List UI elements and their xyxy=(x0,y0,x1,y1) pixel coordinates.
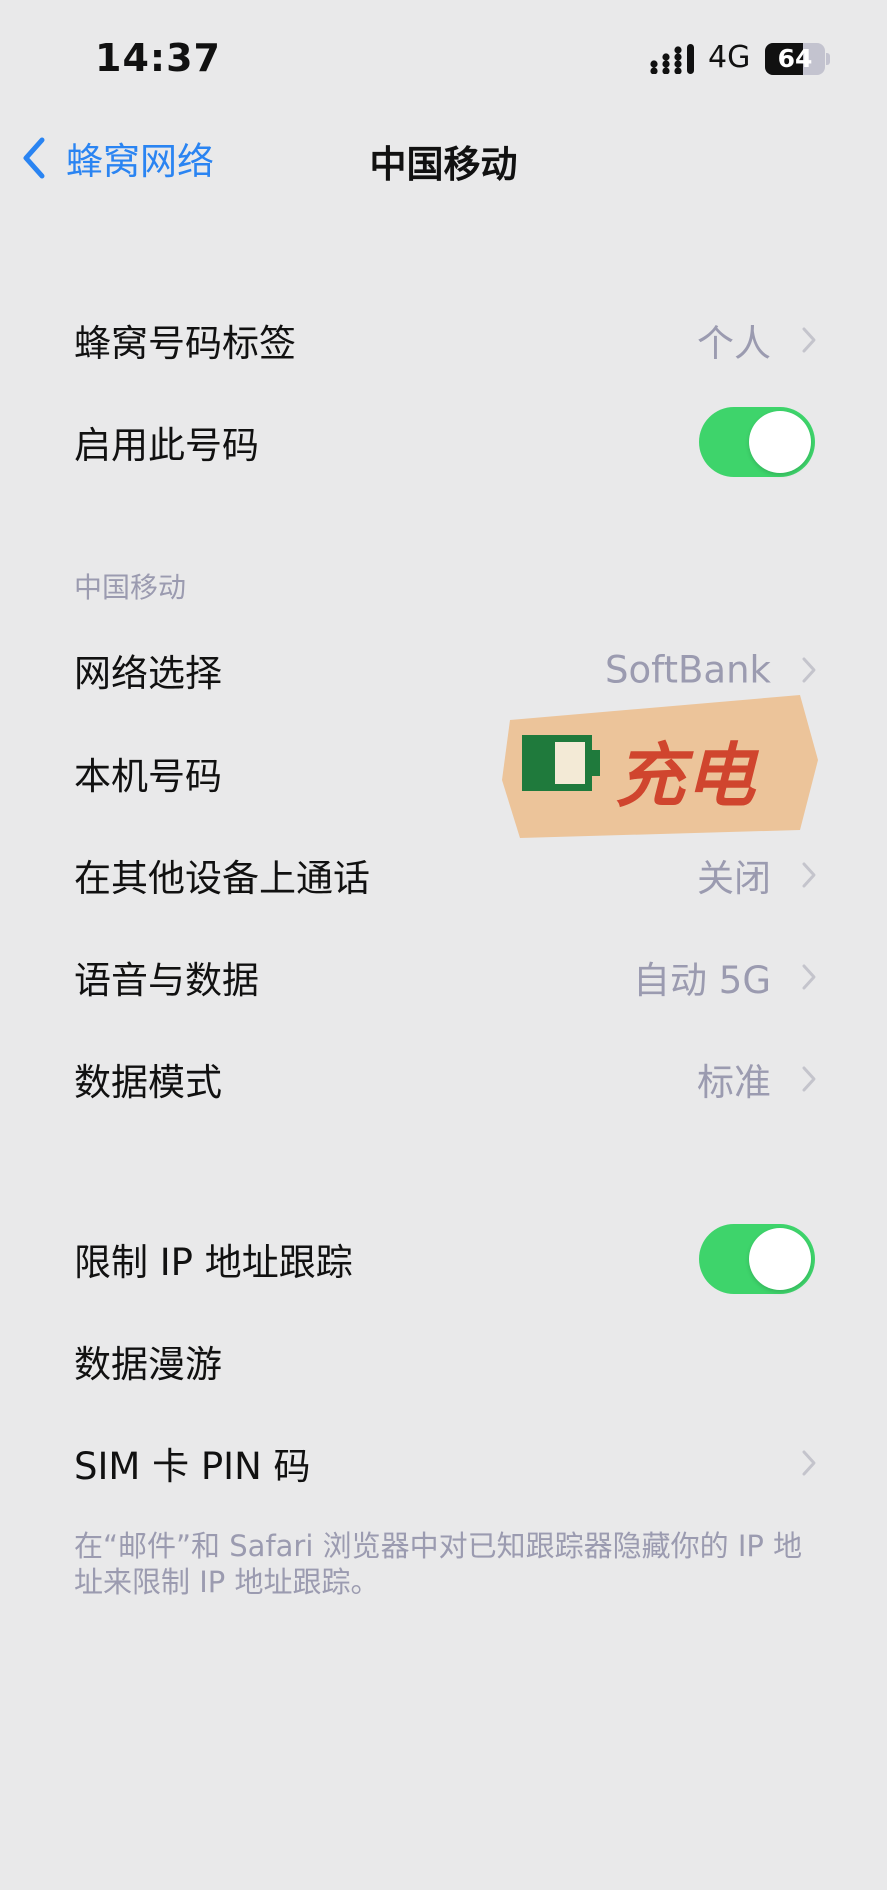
footer-note: 在“邮件”和 Safari 浏览器中对已知跟踪器隐藏你的 IP 地址来限制 IP… xyxy=(74,1529,803,1599)
section-header: 中国移动 xyxy=(74,571,187,604)
row-label: 数据模式 xyxy=(74,1061,222,1104)
chevron-right-icon xyxy=(802,1450,816,1476)
toggle-knob xyxy=(749,411,811,473)
chevron-right-icon xyxy=(802,657,816,683)
cellular-label-row[interactable]: 蜂窝号码标签 个人 xyxy=(0,295,887,385)
enable-number-row: 启用此号码 xyxy=(0,397,887,487)
battery-icon: 64 xyxy=(765,43,825,75)
cellular-signal-icon xyxy=(650,44,694,74)
row-value: 自动 5G xyxy=(633,959,771,1002)
limit-ip-tracking-toggle[interactable] xyxy=(699,1224,815,1294)
status-time: 14:37 xyxy=(95,36,221,80)
page-title: 中国移动 xyxy=(369,143,518,186)
sticker-text: 充电 xyxy=(615,735,760,817)
row-value: 关闭 xyxy=(697,857,771,900)
row-label: SIM 卡 PIN 码 xyxy=(74,1445,311,1488)
row-value: 个人 xyxy=(697,322,771,365)
data-roaming-row[interactable]: 数据漫游 xyxy=(0,1316,887,1406)
row-label: 网络选择 xyxy=(74,652,222,695)
network-type: 4G xyxy=(708,40,751,75)
data-mode-row[interactable]: 数据模式 标准 xyxy=(0,1034,887,1124)
chevron-right-icon xyxy=(802,964,816,990)
toggle-knob xyxy=(749,1228,811,1290)
enable-number-toggle[interactable] xyxy=(699,407,815,477)
row-label: 限制 IP 地址跟踪 xyxy=(74,1241,353,1284)
charging-sticker: 充电 xyxy=(502,695,818,838)
chevron-right-icon xyxy=(802,1066,816,1092)
row-value: 标准 xyxy=(697,1061,771,1104)
limit-ip-tracking-row: 限制 IP 地址跟踪 xyxy=(0,1214,887,1304)
calls-on-other-devices-row[interactable]: 在其他设备上通话 关闭 xyxy=(0,830,887,920)
row-label: 启用此号码 xyxy=(74,424,259,467)
voice-data-row[interactable]: 语音与数据 自动 5G xyxy=(0,932,887,1022)
sim-pin-row[interactable]: SIM 卡 PIN 码 xyxy=(0,1418,887,1508)
chevron-right-icon xyxy=(802,327,816,353)
battery-level: 64 xyxy=(777,44,813,73)
battery-cap xyxy=(826,53,830,65)
row-label: 蜂窝号码标签 xyxy=(74,322,296,365)
row-label: 数据漫游 xyxy=(74,1343,222,1386)
row-label: 在其他设备上通话 xyxy=(74,857,370,900)
row-label: 语音与数据 xyxy=(74,959,259,1002)
status-bar: 14:37 4G 64 xyxy=(0,0,887,110)
row-value: SoftBank xyxy=(605,648,771,692)
row-label: 本机号码 xyxy=(74,755,222,798)
chevron-right-icon xyxy=(802,862,816,888)
